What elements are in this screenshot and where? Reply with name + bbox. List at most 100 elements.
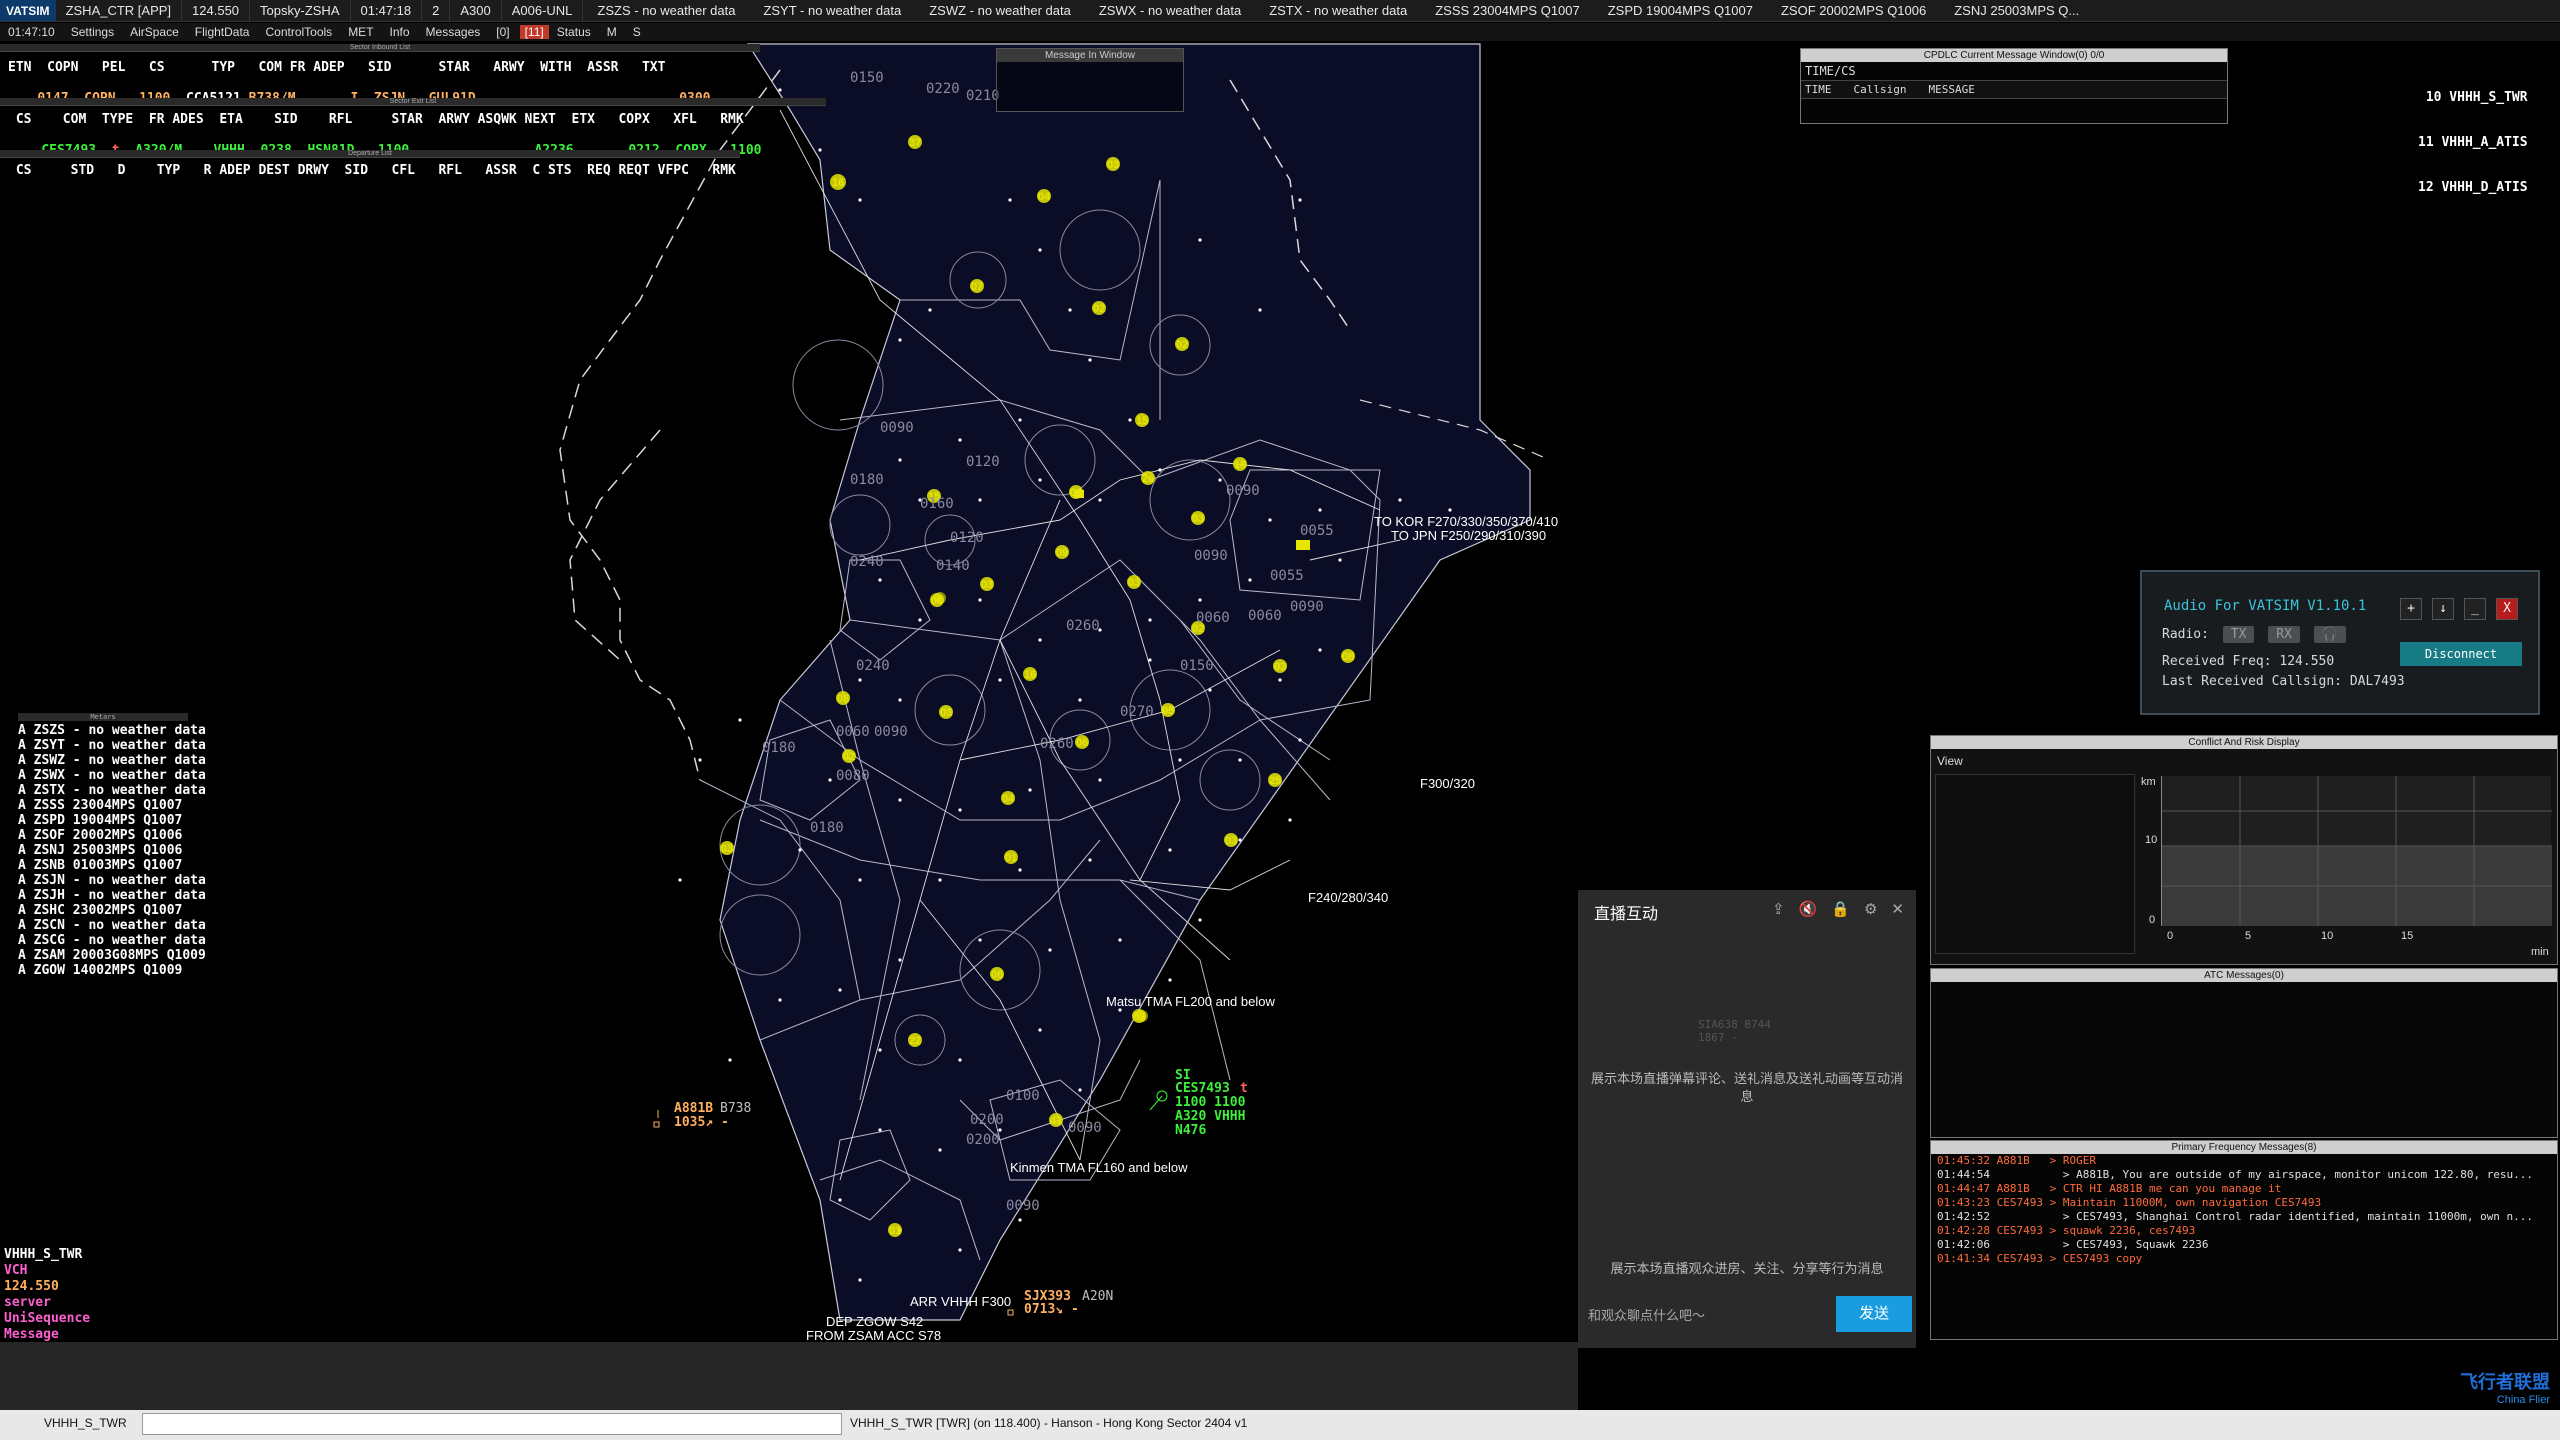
menu-settings[interactable]: Settings — [63, 25, 122, 39]
primary-frequency-messages[interactable]: Primary Frequency Messages(8) 01:45:32 A… — [1930, 1140, 2558, 1340]
audio-for-vatsim-window[interactable]: Audio For VATSIM V1.10.1 + ↓ _ X Radio: … — [2140, 570, 2540, 715]
live-interaction-panel[interactable]: 直播互动 ⇪ 🔇 🔒 ⚙ ✕ SIA638 B744 1867 - 展示本场直播弹… — [1578, 890, 1916, 1348]
metars-titlebar[interactable]: Metars — [18, 713, 188, 721]
share-icon[interactable]: ⇪ — [1772, 900, 1785, 918]
freq-message-row[interactable]: 01:41:34 CES7493 > CES7493 copy — [1931, 1252, 2557, 1266]
menu-airspace[interactable]: AirSpace — [122, 25, 187, 39]
min-counter[interactable]: 2 — [422, 0, 451, 21]
conflict-list-pane[interactable] — [1935, 774, 2135, 954]
menu-m[interactable]: M — [599, 25, 625, 39]
position-callsign[interactable]: ZSHA_CTR [APP] — [56, 0, 183, 21]
svg-text:0090: 0090 — [1290, 599, 1324, 615]
conflict-titlebar[interactable]: Conflict And Risk Display — [1931, 736, 2557, 749]
metars-window[interactable]: Metars A ZSZS - no weather data A ZSYT -… — [18, 713, 206, 978]
conflict-risk-display[interactable]: Conflict And Risk Display View km 10 0 0… — [1930, 735, 2558, 965]
menu-s[interactable]: S — [625, 25, 649, 39]
y-unit-label: km — [2141, 776, 2156, 788]
primary-freq-titlebar[interactable]: Primary Frequency Messages(8) — [1931, 1141, 2557, 1154]
vatsim-logo[interactable]: VATSIM — [0, 0, 56, 21]
svg-text:0220: 0220 — [926, 81, 960, 97]
svg-text:0260: 0260 — [1040, 736, 1074, 752]
gear-icon[interactable]: ⚙ — [1864, 900, 1877, 918]
atis-list[interactable]: 10 VHHH_S_TWR 11 VHHH_A_ATIS 12 VHHH_D_A… — [2418, 60, 2528, 225]
unisequence-label[interactable]: UniSequence — [4, 1311, 90, 1327]
svg-text:0090: 0090 — [1068, 1120, 1102, 1136]
lock-icon[interactable]: 🔒 — [1831, 900, 1850, 918]
svg-text:03: 03 — [940, 707, 952, 719]
vch-label[interactable]: VCH — [4, 1263, 90, 1279]
svg-text:09: 09 — [1056, 547, 1068, 559]
freq-message-row[interactable]: 01:42:52 > CES7493, Shanghai Control rad… — [1931, 1210, 2557, 1224]
freq-message-row[interactable]: 01:44:54 > A881B, You are outside of my … — [1931, 1168, 2557, 1182]
live-chat-input[interactable]: 和观众聊点什么吧～ — [1588, 1302, 1818, 1330]
menu-met[interactable]: MET — [340, 25, 381, 39]
altitude-filter[interactable]: A006-UNL — [502, 0, 584, 21]
sector-inbound-titlebar[interactable]: Sector Inbound List — [0, 44, 760, 52]
tag-ces7493-cs: CES7493 — [1175, 1081, 1230, 1096]
svg-text:02: 02 — [1176, 339, 1188, 351]
svg-text:01: 01 — [1005, 852, 1017, 864]
weather-item: ZSOF 20002MPS Q1006 — [1780, 3, 1927, 18]
send-button[interactable]: 发送 — [1836, 1296, 1912, 1332]
menu-status[interactable]: Status — [549, 25, 599, 39]
svg-text:0090: 0090 — [1226, 483, 1260, 499]
message-window-title[interactable]: Message In Window — [997, 49, 1183, 62]
sector-exit-titlebar[interactable]: Sector Exit List — [0, 98, 826, 106]
audio-download-button[interactable]: ↓ — [2432, 598, 2454, 620]
server-label[interactable]: server — [4, 1295, 90, 1311]
menu-controltools[interactable]: ControlTools — [257, 25, 340, 39]
freq-message-row[interactable]: 01:42:28 CES7493 > squawk 2236, ces7493 — [1931, 1224, 2557, 1238]
weather-item: ZSPD 19004MPS Q1007 — [1607, 3, 1753, 18]
primary-frequency[interactable]: 124.550 — [182, 0, 251, 21]
weather-item: ZSNJ 25003MPS Q... — [1954, 3, 2080, 18]
sector-file[interactable]: Topsky-ZSHA — [250, 0, 351, 21]
messages-count[interactable]: [0] — [488, 25, 517, 39]
atc-messages-titlebar[interactable]: ATC Messages(0) — [1931, 969, 2557, 982]
freq-message-row[interactable]: 01:44:47 A881B > CTR HI A881B me can you… — [1931, 1182, 2557, 1196]
mute-icon[interactable]: 🔇 — [1799, 900, 1818, 918]
svg-text:03: 03 — [1107, 159, 1119, 171]
menu-clock: 01:47:10 — [8, 25, 55, 39]
freq-message-row[interactable]: 01:42:06 > CES7493, Squawk 2236 — [1931, 1238, 2557, 1252]
atis-item[interactable]: 11 VHHH_A_ATIS — [2418, 135, 2528, 150]
weather-item: ZSWX - no weather data — [1098, 3, 1242, 18]
menu-messages[interactable]: Messages — [418, 25, 489, 39]
close-icon[interactable]: ✕ — [1891, 900, 1904, 918]
svg-text:0240: 0240 — [856, 658, 890, 674]
message-label[interactable]: Message — [4, 1327, 90, 1343]
svg-text:0240: 0240 — [850, 554, 884, 570]
cpdlc-window[interactable]: CPDLC Current Message Window(0) 0/0 TIME… — [1800, 48, 2228, 124]
brand-name: 飞行者联盟 — [2460, 1372, 2550, 1392]
svg-text:41: 41 — [1050, 1115, 1062, 1127]
message-in-window[interactable]: Message In Window — [996, 48, 1184, 112]
weather-item: ZSTX - no weather data — [1269, 3, 1408, 18]
svg-text:06: 06 — [991, 969, 1003, 981]
station-callsign[interactable]: VHHH_S_TWR — [4, 1247, 90, 1263]
radar-map[interactable]: 16 37 03 07 02 02 04 15 18 26 06 15 03 0… — [0, 42, 1568, 1344]
live-toolbar: ⇪ 🔇 🔒 ⚙ ✕ — [1772, 900, 1904, 918]
warning-count-badge[interactable]: [11] — [519, 25, 549, 39]
svg-text:25: 25 — [1269, 775, 1281, 787]
cpdlc-col-time: TIME — [1805, 83, 1832, 96]
aircraft-filter[interactable]: A300 — [450, 0, 502, 21]
audio-plus-button[interactable]: + — [2400, 598, 2422, 620]
audio-minimize-button[interactable]: _ — [2464, 598, 2486, 620]
freq-message-row[interactable]: 01:43:23 CES7493 > Maintain 11000M, own … — [1931, 1196, 2557, 1210]
menu-info[interactable]: Info — [382, 25, 418, 39]
disconnect-button[interactable]: Disconnect — [2400, 642, 2522, 666]
menu-flightdata[interactable]: FlightData — [187, 25, 258, 39]
atc-messages-window[interactable]: ATC Messages(0) — [1930, 968, 2558, 1138]
atis-item[interactable]: 10 VHHH_S_TWR — [2418, 90, 2528, 105]
departure-list-titlebar[interactable]: Departure List — [0, 150, 740, 158]
conflict-view-menu[interactable]: View — [1937, 754, 1963, 768]
cpdlc-titlebar[interactable]: CPDLC Current Message Window(0) 0/0 — [1801, 49, 2227, 62]
rx-indicator: RX — [2268, 626, 2300, 643]
audio-close-button[interactable]: X — [2496, 598, 2518, 620]
freq-message-row[interactable]: 01:45:32 A881B > ROGER — [1931, 1154, 2557, 1168]
command-input[interactable] — [142, 1413, 842, 1435]
headset-icon[interactable]: 🎧 — [2313, 626, 2346, 643]
metar-row: A ZSHC 23002MPS Q1007 — [18, 903, 183, 918]
cmd-station[interactable]: VHHH_S_TWR — [44, 1416, 127, 1430]
atis-item[interactable]: 12 VHHH_D_ATIS — [2418, 180, 2528, 195]
station-frequency[interactable]: 124.550 — [4, 1279, 90, 1295]
